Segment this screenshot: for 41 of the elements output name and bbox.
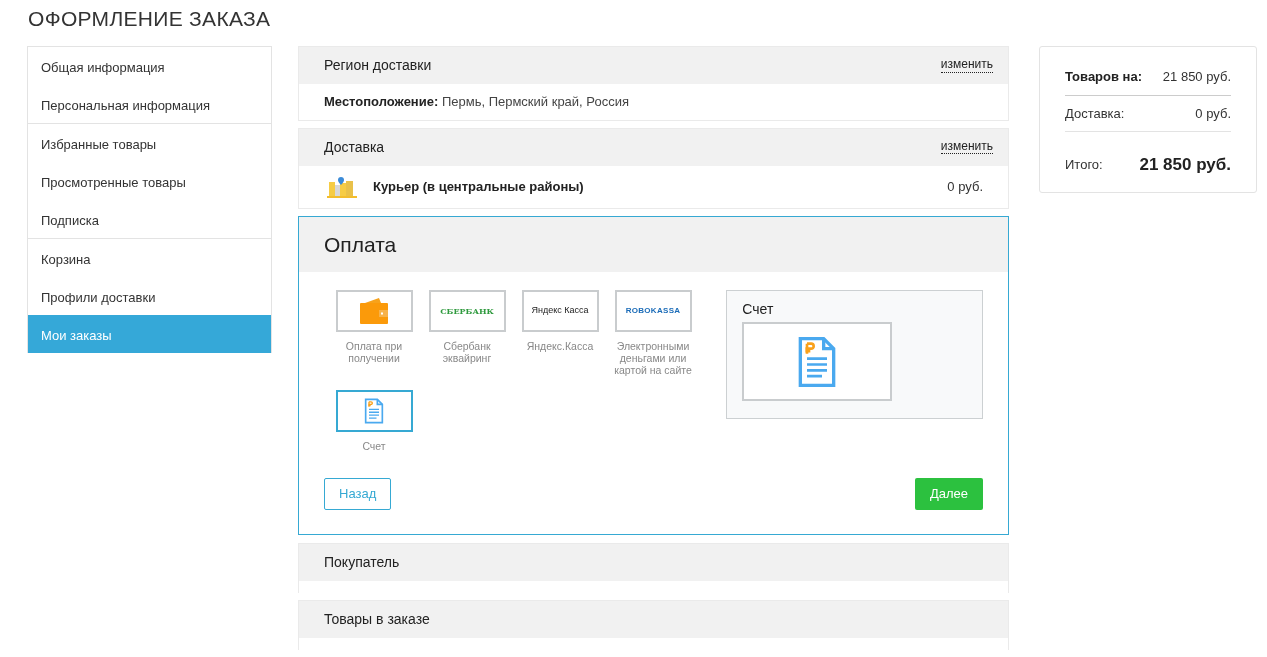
change-link[interactable]: изменить bbox=[940, 139, 993, 155]
payment-logo: Яндекс Касса bbox=[531, 304, 589, 318]
sidebar-item[interactable]: Просмотренные товары bbox=[28, 162, 271, 200]
payment-method-option[interactable]: СБЕРБАНК bbox=[428, 290, 506, 332]
payment-title: Оплата bbox=[299, 216, 1008, 272]
payment-method-option[interactable] bbox=[335, 290, 413, 332]
payment-detail-title: Счет bbox=[742, 300, 775, 319]
payment-method-option[interactable] bbox=[335, 390, 413, 433]
sidebar-item[interactable]: Подписка bbox=[28, 200, 271, 238]
page-title: ОФОРМЛЕНИЕ ЗАКАЗА bbox=[28, 6, 272, 32]
payment-method-label: Счет bbox=[361, 440, 387, 453]
city-map-icon bbox=[327, 175, 357, 198]
change-link[interactable]: изменить bbox=[940, 58, 993, 73]
payment-method-label: Оплата при получении bbox=[344, 340, 404, 365]
section-title: Регион доставки bbox=[324, 56, 432, 75]
payment-method-option[interactable]: ROBOKASSA bbox=[614, 290, 692, 332]
payment-logo: ROBOKASSA bbox=[625, 305, 681, 317]
summary-label: Товаров на: bbox=[1065, 68, 1142, 86]
sidebar-item[interactable]: Профили доставки bbox=[28, 277, 271, 315]
delivery-service: Курьер (в центральные районы) bbox=[373, 177, 585, 196]
sidebar-item[interactable]: Избранные товары bbox=[28, 124, 271, 162]
payment-logo: СБЕРБАНК bbox=[440, 305, 494, 317]
sidebar-item[interactable]: Персональная информация bbox=[28, 85, 271, 123]
sidebar-item[interactable]: Корзина bbox=[28, 239, 271, 277]
payment-method-label: Яндекс.Касса bbox=[525, 340, 595, 353]
payment-method-label: Электронными деньгами или картой на сайте bbox=[613, 340, 693, 377]
total-label: Итого: bbox=[1065, 156, 1103, 174]
payment-method-label: Сбербанк эквайринг bbox=[441, 340, 493, 365]
sidebar-item[interactable]: Общая информация bbox=[28, 47, 271, 85]
delivery-price: 0 руб. bbox=[947, 177, 983, 196]
wallet-icon bbox=[359, 297, 389, 325]
section-title: Доставка bbox=[324, 137, 385, 157]
summary-label: Доставка: bbox=[1065, 104, 1125, 123]
summary-value: 0 руб. bbox=[1195, 104, 1231, 123]
summary-value: 21 850 руб. bbox=[1162, 68, 1231, 86]
section-title: Товары в заказе bbox=[324, 609, 430, 629]
invoice-icon bbox=[364, 398, 384, 425]
total-value: 21 850 руб. bbox=[1139, 154, 1231, 176]
payment-method-option[interactable]: Яндекс Касса bbox=[521, 290, 599, 332]
location-text: Местоположение: Пермь, Пермский край, Россия bbox=[324, 94, 629, 109]
section-title: Покупатель bbox=[324, 552, 400, 572]
